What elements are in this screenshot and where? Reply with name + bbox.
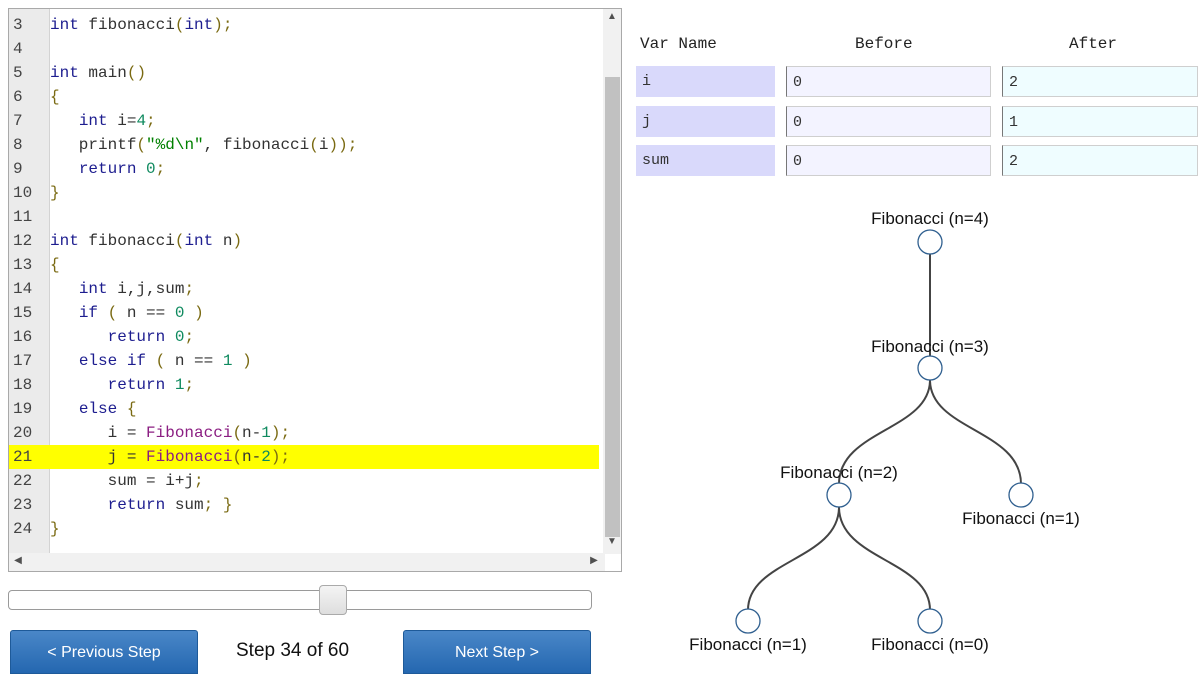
tree-node [1008, 482, 1034, 508]
tree-node [917, 229, 943, 255]
node-label: Fibonacci (n=2) [780, 463, 898, 482]
tree-node [826, 482, 852, 508]
tree-edge [929, 379, 1022, 485]
node-label: Fibonacci (n=4) [871, 209, 989, 228]
tree-edge [747, 506, 840, 611]
node-label: Fibonacci (n=0) [871, 635, 989, 654]
tree-node [735, 608, 761, 634]
node-label: Fibonacci (n=3) [871, 337, 989, 356]
tree-node [917, 608, 943, 634]
node-label: Fibonacci (n=1) [962, 509, 1080, 528]
recursion-tree: Fibonacci (n=4) Fibonacci (n=3) Fibonacc… [689, 209, 1080, 654]
node-label: Fibonacci (n=1) [689, 635, 807, 654]
tree-edge [838, 506, 931, 611]
tree-node [917, 355, 943, 381]
